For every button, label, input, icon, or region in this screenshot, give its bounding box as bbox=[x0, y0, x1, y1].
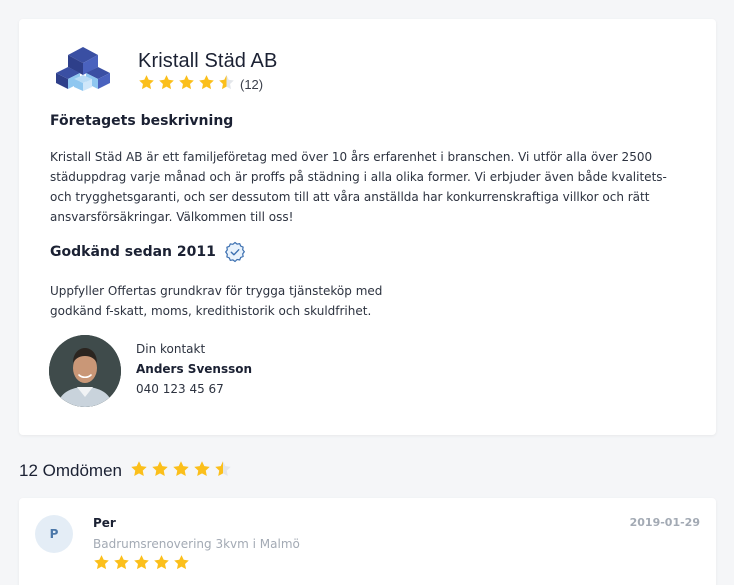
reviews-heading: 12 Omdömen bbox=[19, 461, 122, 480]
star-icon bbox=[172, 460, 190, 482]
contact-label: Din kontakt bbox=[136, 342, 206, 356]
star-icon bbox=[193, 460, 211, 482]
company-rating: (12) bbox=[138, 74, 263, 95]
reviews-header: 12 Omdömen bbox=[19, 460, 232, 482]
reviewer-avatar: P bbox=[35, 515, 73, 553]
contact-phone[interactable]: 040 123 45 67 bbox=[136, 382, 224, 396]
contact-name: Anders Svensson bbox=[136, 362, 253, 376]
company-rating-stars bbox=[138, 74, 235, 95]
star-icon bbox=[153, 554, 170, 575]
company-name: Kristall Städ AB bbox=[138, 50, 278, 72]
star-icon bbox=[214, 460, 232, 482]
star-icon bbox=[130, 460, 148, 482]
verified-badge-icon bbox=[224, 241, 245, 263]
review-date: 2019-01-29 bbox=[629, 516, 700, 529]
star-icon bbox=[151, 460, 169, 482]
review-job: Badrumsrenovering 3kvm i Malmö bbox=[93, 537, 300, 551]
star-icon bbox=[133, 554, 150, 575]
reviews-rating-stars bbox=[130, 460, 232, 482]
review-card: P Per 2019-01-29 Badrumsrenovering 3kvm … bbox=[19, 498, 716, 585]
approved-title: Godkänd sedan 2011 bbox=[50, 244, 216, 260]
star-icon bbox=[178, 74, 195, 95]
company-review-count[interactable]: (12) bbox=[240, 77, 263, 92]
star-icon bbox=[218, 74, 235, 95]
company-description: Kristall Städ AB är ett familjeföretag m… bbox=[50, 150, 667, 224]
star-icon bbox=[198, 74, 215, 95]
reviewer-name: Per bbox=[93, 516, 116, 530]
approved-text: Uppfyller Offertas grundkrav för trygga … bbox=[50, 284, 383, 318]
star-icon bbox=[113, 554, 130, 575]
contact-avatar bbox=[49, 335, 121, 407]
star-icon bbox=[93, 554, 110, 575]
company-card: Kristall Städ AB (12) Företagets beskriv… bbox=[19, 19, 716, 435]
star-icon bbox=[138, 74, 155, 95]
description-title: Företagets beskrivning bbox=[50, 113, 234, 129]
company-logo-icon bbox=[56, 47, 110, 91]
approved-section: Godkänd sedan 2011 bbox=[50, 241, 246, 263]
review-rating-stars bbox=[93, 554, 190, 575]
star-icon bbox=[173, 554, 190, 575]
star-icon bbox=[158, 74, 175, 95]
